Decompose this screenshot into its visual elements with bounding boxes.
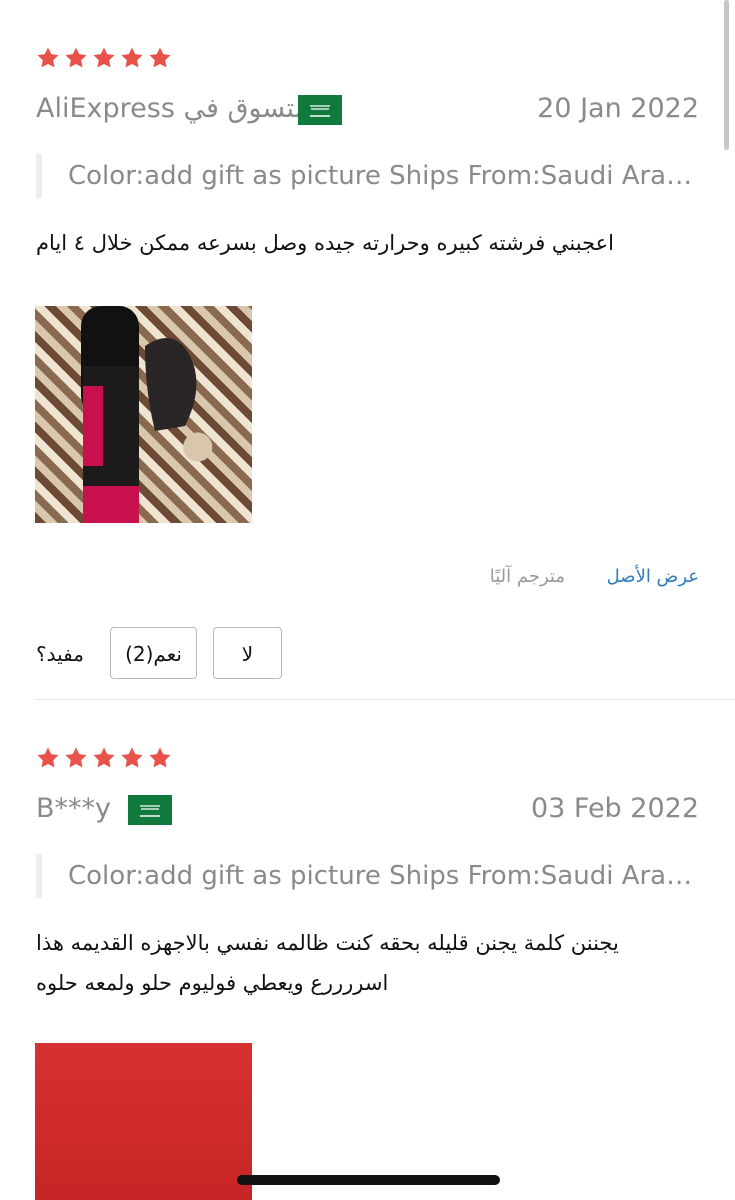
reviewer-name: AliExpress المتسوق في: [36, 93, 326, 124]
saudi-arabia-flag-icon: [128, 795, 172, 825]
star-icon: [36, 746, 60, 770]
review-comment-line: اسررررع ويعطي فوليوم حلو ولمعه حلوه: [36, 971, 389, 995]
helpful-yes-button[interactable]: نعم(2): [110, 627, 197, 679]
reviewer-name: B***y: [36, 793, 112, 824]
hair-dryer-brush-image: [81, 306, 197, 523]
star-rating: [36, 746, 176, 772]
reviewer-row: B***y 03 Feb 2022: [36, 789, 699, 829]
review-date: 03 Feb 2022: [530, 793, 699, 824]
sku-info: Color:add gift as picture Ships From:Sau…: [36, 154, 699, 198]
star-rating: [36, 46, 176, 72]
star-icon: [120, 746, 144, 770]
home-indicator: [237, 1175, 500, 1185]
star-icon: [148, 746, 172, 770]
star-icon: [64, 46, 88, 70]
helpful-label: مفيد؟: [36, 642, 84, 666]
review-comment: اعجبني فرشته كبيره وحرارته جيده وصل بسرع…: [36, 231, 615, 255]
divider: [36, 699, 735, 700]
helpful-row: مفيد؟ نعم(2) لا: [36, 627, 699, 681]
review-photo[interactable]: [35, 306, 252, 523]
review-date: 20 Jan 2022: [537, 93, 699, 124]
auto-translated-label: مترجم آليًا: [489, 566, 565, 587]
review-photo[interactable]: [35, 1043, 252, 1200]
helpful-no-button[interactable]: لا: [213, 627, 282, 679]
star-icon: [120, 46, 144, 70]
saudi-arabia-flag-icon: [298, 95, 342, 125]
view-original-link[interactable]: عرض الأصل: [607, 557, 699, 597]
scrollbar[interactable]: [724, 0, 729, 150]
star-icon: [64, 746, 88, 770]
star-icon: [36, 46, 60, 70]
star-icon: [148, 46, 172, 70]
sku-info: Color:add gift as picture Ships From:Sau…: [36, 854, 699, 898]
star-icon: [92, 746, 116, 770]
star-icon: [92, 46, 116, 70]
translation-row: مترجم آليًا عرض الأصل: [36, 557, 699, 597]
reviewer-row: AliExpress المتسوق في 20 Jan 2022: [36, 89, 699, 129]
review-comment-line: يجننن كلمة يجنن قليله بحقه كنت ظالمه نفس…: [36, 931, 619, 955]
